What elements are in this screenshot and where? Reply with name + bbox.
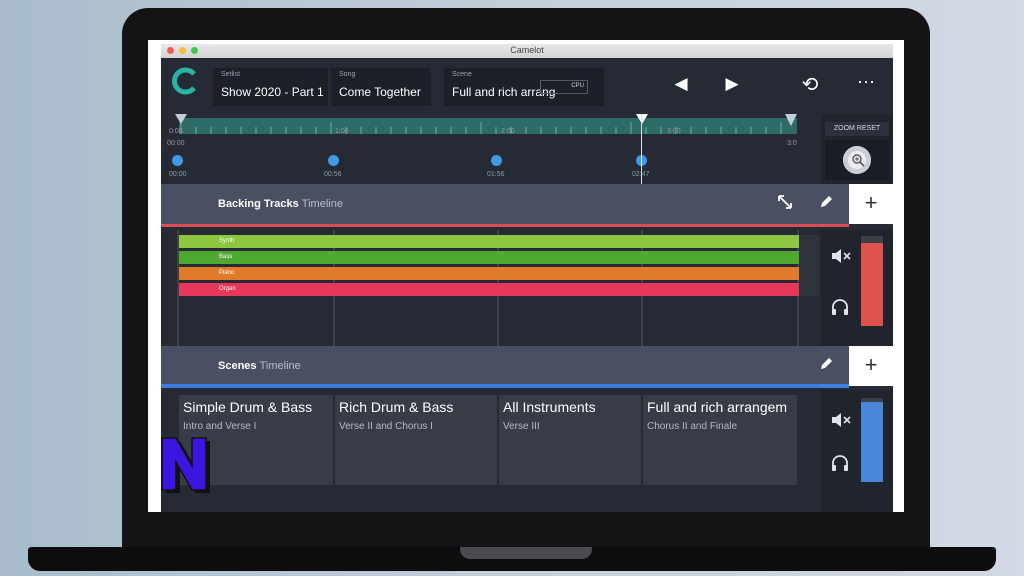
scene-selector[interactable]: Scene Full and rich arrang CPU (444, 68, 604, 106)
scenes-title-text: Scenes (218, 360, 257, 372)
tick-label: 0:00 (169, 128, 183, 135)
backing-level-fill (861, 243, 883, 326)
next-icon: ▶ (725, 74, 739, 93)
scenes-subtitle: Timeline (259, 360, 301, 372)
end-handle-icon[interactable] (785, 114, 797, 126)
marker-time: 00:00 (169, 171, 187, 178)
playhead-line (641, 114, 642, 184)
mute-icon[interactable] (831, 412, 851, 428)
track-lane-piano[interactable]: Piano (179, 267, 799, 280)
start-time-label: 00:00 (167, 140, 185, 147)
zoom-reset-button[interactable]: ZOOM RESET (825, 122, 889, 136)
laptop-notch (460, 547, 592, 559)
more-options-button[interactable]: ⋯ (851, 72, 881, 93)
zoom-control[interactable] (825, 140, 889, 180)
scene-name: All Instruments (503, 399, 596, 415)
headphones-icon[interactable] (831, 298, 849, 316)
scenes-controls (821, 390, 893, 512)
backing-tracks-controls (821, 230, 893, 346)
backing-tracks-header: Backing Tracks Timeline + (161, 184, 893, 224)
add-backing-track-button[interactable]: + (849, 184, 893, 224)
scene-marker[interactable] (491, 155, 502, 166)
backing-tracks-divider (161, 224, 849, 227)
scene-name: Full and rich arrangem (647, 399, 788, 415)
scene-card[interactable]: All Instruments Verse III (499, 395, 641, 485)
scenes-level-fill (861, 402, 883, 482)
tick-label: 3:00 (667, 128, 681, 135)
tick-label: 3:0 (787, 140, 797, 147)
backing-tracks-title: Backing Tracks Timeline (218, 198, 343, 210)
scenes-level-meter[interactable] (861, 398, 883, 482)
laptop-screen: Camelot Setlist Show 2020 - Part 1 Song … (148, 40, 904, 512)
setlist-selector[interactable]: Setlist Show 2020 - Part 1 (213, 68, 328, 106)
scene-sections: Verse III (503, 421, 540, 432)
scene-card[interactable]: Full and rich arrangem Chorus II and Fin… (643, 395, 797, 485)
app-header: Setlist Show 2020 - Part 1 Song Come Tog… (161, 58, 893, 114)
zoom-knob[interactable] (843, 146, 871, 174)
tick-label: 1:00 (335, 128, 349, 135)
zoom-panel: ZOOM RESET (821, 114, 893, 184)
backing-tracks-timeline[interactable]: Synth Bass Piano Organ (161, 230, 893, 346)
scene-name: Rich Drum & Bass (339, 399, 454, 415)
zoom-in-icon (852, 154, 865, 167)
song-selector[interactable]: Song Come Together (331, 68, 431, 106)
track-lane-overflow (799, 235, 819, 296)
backing-tracks-subtitle: Timeline (301, 198, 343, 210)
track-lane-organ[interactable]: Organ (179, 283, 799, 296)
scene-sections: Intro and Verse I (183, 421, 257, 432)
setlist-value: Show 2020 - Part 1 (221, 85, 324, 99)
title-bar: Camelot (161, 44, 893, 58)
scenes-title: Scenes Timeline (218, 360, 301, 372)
more-icon: ⋯ (857, 72, 875, 92)
marker-time: 01:56 (487, 171, 505, 178)
previous-icon: ◀ (674, 74, 688, 93)
timeline-ruler[interactable]: 0:00 1:00 2:00 3:00 3:0 00:00 00:00 00:5… (161, 114, 821, 184)
expand-icon[interactable] (777, 194, 793, 210)
start-handle-icon[interactable] (175, 114, 187, 124)
window-title: Camelot (510, 45, 544, 55)
scene-label: Scene (452, 71, 472, 78)
tick-label: 2:00 (501, 128, 515, 135)
scenes-header: Scenes Timeline + (161, 346, 893, 386)
track-lane-synth[interactable]: Synth (179, 235, 799, 248)
camelot-c-logo-icon[interactable] (171, 66, 201, 96)
song-value: Come Together (339, 85, 421, 99)
n-logo-icon (161, 437, 210, 493)
app-window: Camelot Setlist Show 2020 - Part 1 Song … (161, 44, 893, 512)
scenes-timeline: Simple Drum & Bass Intro and Verse I Ric… (161, 390, 893, 512)
scene-marker[interactable] (172, 155, 183, 166)
next-scene-button[interactable]: ▶ (717, 74, 747, 94)
ruler-ticks (180, 122, 782, 134)
edit-pencil-icon[interactable] (819, 194, 833, 210)
marker-time: 00:56 (324, 171, 342, 178)
add-scene-button[interactable]: + (849, 346, 893, 386)
backing-level-meter[interactable] (861, 236, 883, 326)
backing-tracks-title-text: Backing Tracks (218, 198, 299, 210)
scene-marker[interactable] (328, 155, 339, 166)
cpu-meter: CPU (540, 80, 588, 94)
track-lane-bass[interactable]: Bass (179, 251, 799, 264)
cpu-label: CPU (571, 83, 584, 89)
scene-name: Simple Drum & Bass (183, 399, 313, 415)
history-icon: ⟲ (801, 74, 819, 96)
timeline-scrubber[interactable] (179, 118, 797, 134)
history-button[interactable]: ⟲ (795, 72, 825, 97)
playhead-handle-icon[interactable] (636, 114, 648, 124)
setlist-label: Setlist (221, 71, 241, 78)
previous-scene-button[interactable]: ◀ (666, 74, 696, 94)
scene-card[interactable]: Rich Drum & Bass Verse II and Chorus I (335, 395, 497, 485)
scenes-divider (161, 384, 849, 388)
scene-sections: Verse II and Chorus I (339, 421, 433, 432)
song-label: Song (339, 71, 356, 78)
edit-pencil-icon[interactable] (819, 356, 833, 372)
mute-icon[interactable] (831, 248, 851, 264)
scene-sections: Chorus II and Finale (647, 421, 738, 432)
headphones-icon[interactable] (831, 454, 849, 472)
